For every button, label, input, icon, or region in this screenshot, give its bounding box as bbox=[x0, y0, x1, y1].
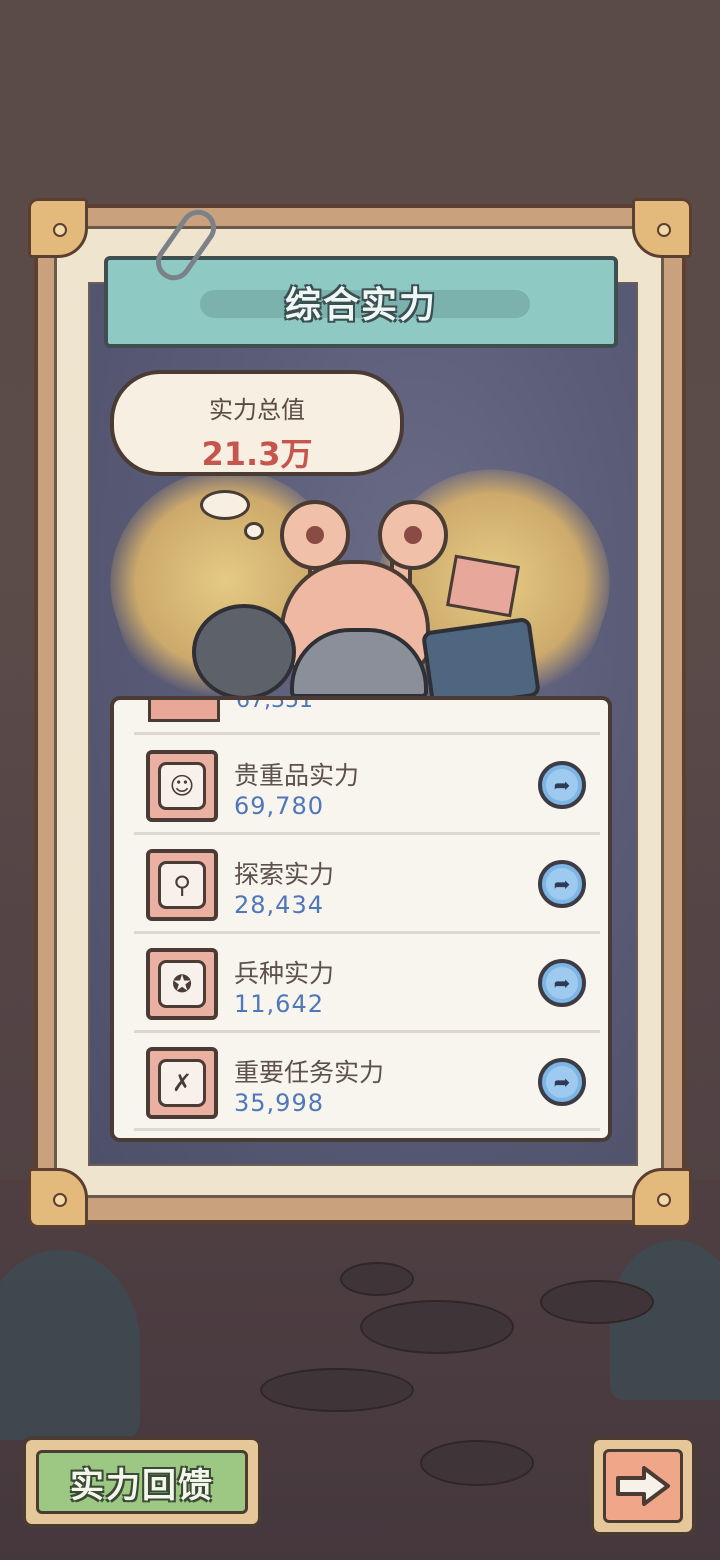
share-arrow-button[interactable]: ➦ bbox=[538, 959, 586, 1007]
share-arrow-button[interactable]: ➦ bbox=[538, 860, 586, 908]
explore-map-icon: ⚲ bbox=[146, 849, 218, 921]
list-item-value: 11,642 bbox=[234, 990, 324, 1018]
arrow-forward-icon: ➦ bbox=[546, 769, 578, 801]
arrow-forward-icon: ➦ bbox=[546, 868, 578, 900]
arrow-right-icon bbox=[616, 1466, 670, 1506]
troop-icon: ✪ bbox=[146, 948, 218, 1020]
frame-corner bbox=[632, 1168, 692, 1228]
background-stone bbox=[340, 1262, 414, 1296]
list-item: ⚲ 探索实力 28,434 ➦ bbox=[114, 835, 608, 934]
task-scroll-icon: ✗ bbox=[146, 1047, 218, 1119]
list-item: ✗ 重要任务实力 35,998 ➦ bbox=[114, 1033, 608, 1132]
snail-eye bbox=[280, 500, 350, 570]
thought-bubble-dot bbox=[200, 490, 250, 520]
list-item-name: 兵种实力 bbox=[234, 959, 335, 988]
relic-bust-icon: ☺ bbox=[146, 750, 218, 822]
list-item-value: 69,780 bbox=[234, 792, 324, 820]
background-stone bbox=[360, 1300, 514, 1354]
background-stone bbox=[540, 1280, 654, 1324]
frame-corner bbox=[632, 198, 692, 258]
list-item-name: 探索实力 bbox=[234, 860, 335, 889]
snail-eye bbox=[378, 500, 448, 570]
share-arrow-button[interactable]: ➦ bbox=[538, 1058, 586, 1106]
spiked-mace-icon bbox=[192, 604, 296, 700]
list-item-value: 28,434 bbox=[234, 891, 324, 919]
arrow-forward-icon: ➦ bbox=[546, 1066, 578, 1098]
list-item-name: 重要任务实力 bbox=[234, 1058, 385, 1087]
background-sky bbox=[0, 0, 720, 200]
thought-bubble-dot bbox=[244, 522, 264, 540]
share-arrow-button[interactable]: ➦ bbox=[538, 761, 586, 809]
frame-corner bbox=[28, 198, 88, 258]
frame-corner bbox=[28, 1168, 88, 1228]
partial-row-icon bbox=[148, 700, 220, 722]
total-power-bubble: 实力总值 21.3万 bbox=[110, 370, 404, 476]
total-power-label: 实力总值 bbox=[209, 396, 305, 424]
total-power-value: 21.3万 bbox=[201, 435, 313, 473]
background-stone bbox=[420, 1440, 534, 1486]
flag-icon bbox=[445, 554, 521, 618]
power-feedback-label: 实力回馈 bbox=[70, 1465, 214, 1506]
power-feedback-button[interactable]: 实力回馈 bbox=[22, 1436, 262, 1528]
list-item-name: 贵重品实力 bbox=[234, 761, 360, 790]
list-item-value: 35,998 bbox=[234, 1089, 324, 1117]
arrow-forward-icon: ➦ bbox=[546, 967, 578, 999]
next-button[interactable] bbox=[590, 1436, 696, 1536]
background-stone bbox=[260, 1368, 414, 1412]
power-breakdown-list[interactable]: 67,351 ☺ 贵重品实力 69,780 ➦ ⚲ 探索实力 28,434 ➦ … bbox=[110, 696, 612, 1142]
list-item: ☺ 贵重品实力 69,780 ➦ bbox=[114, 736, 608, 835]
page-title: 综合实力 bbox=[284, 285, 437, 326]
list-item: ✪ 兵种实力 11,642 ➦ bbox=[114, 934, 608, 1033]
partial-row-value: 67,351 bbox=[236, 696, 313, 713]
